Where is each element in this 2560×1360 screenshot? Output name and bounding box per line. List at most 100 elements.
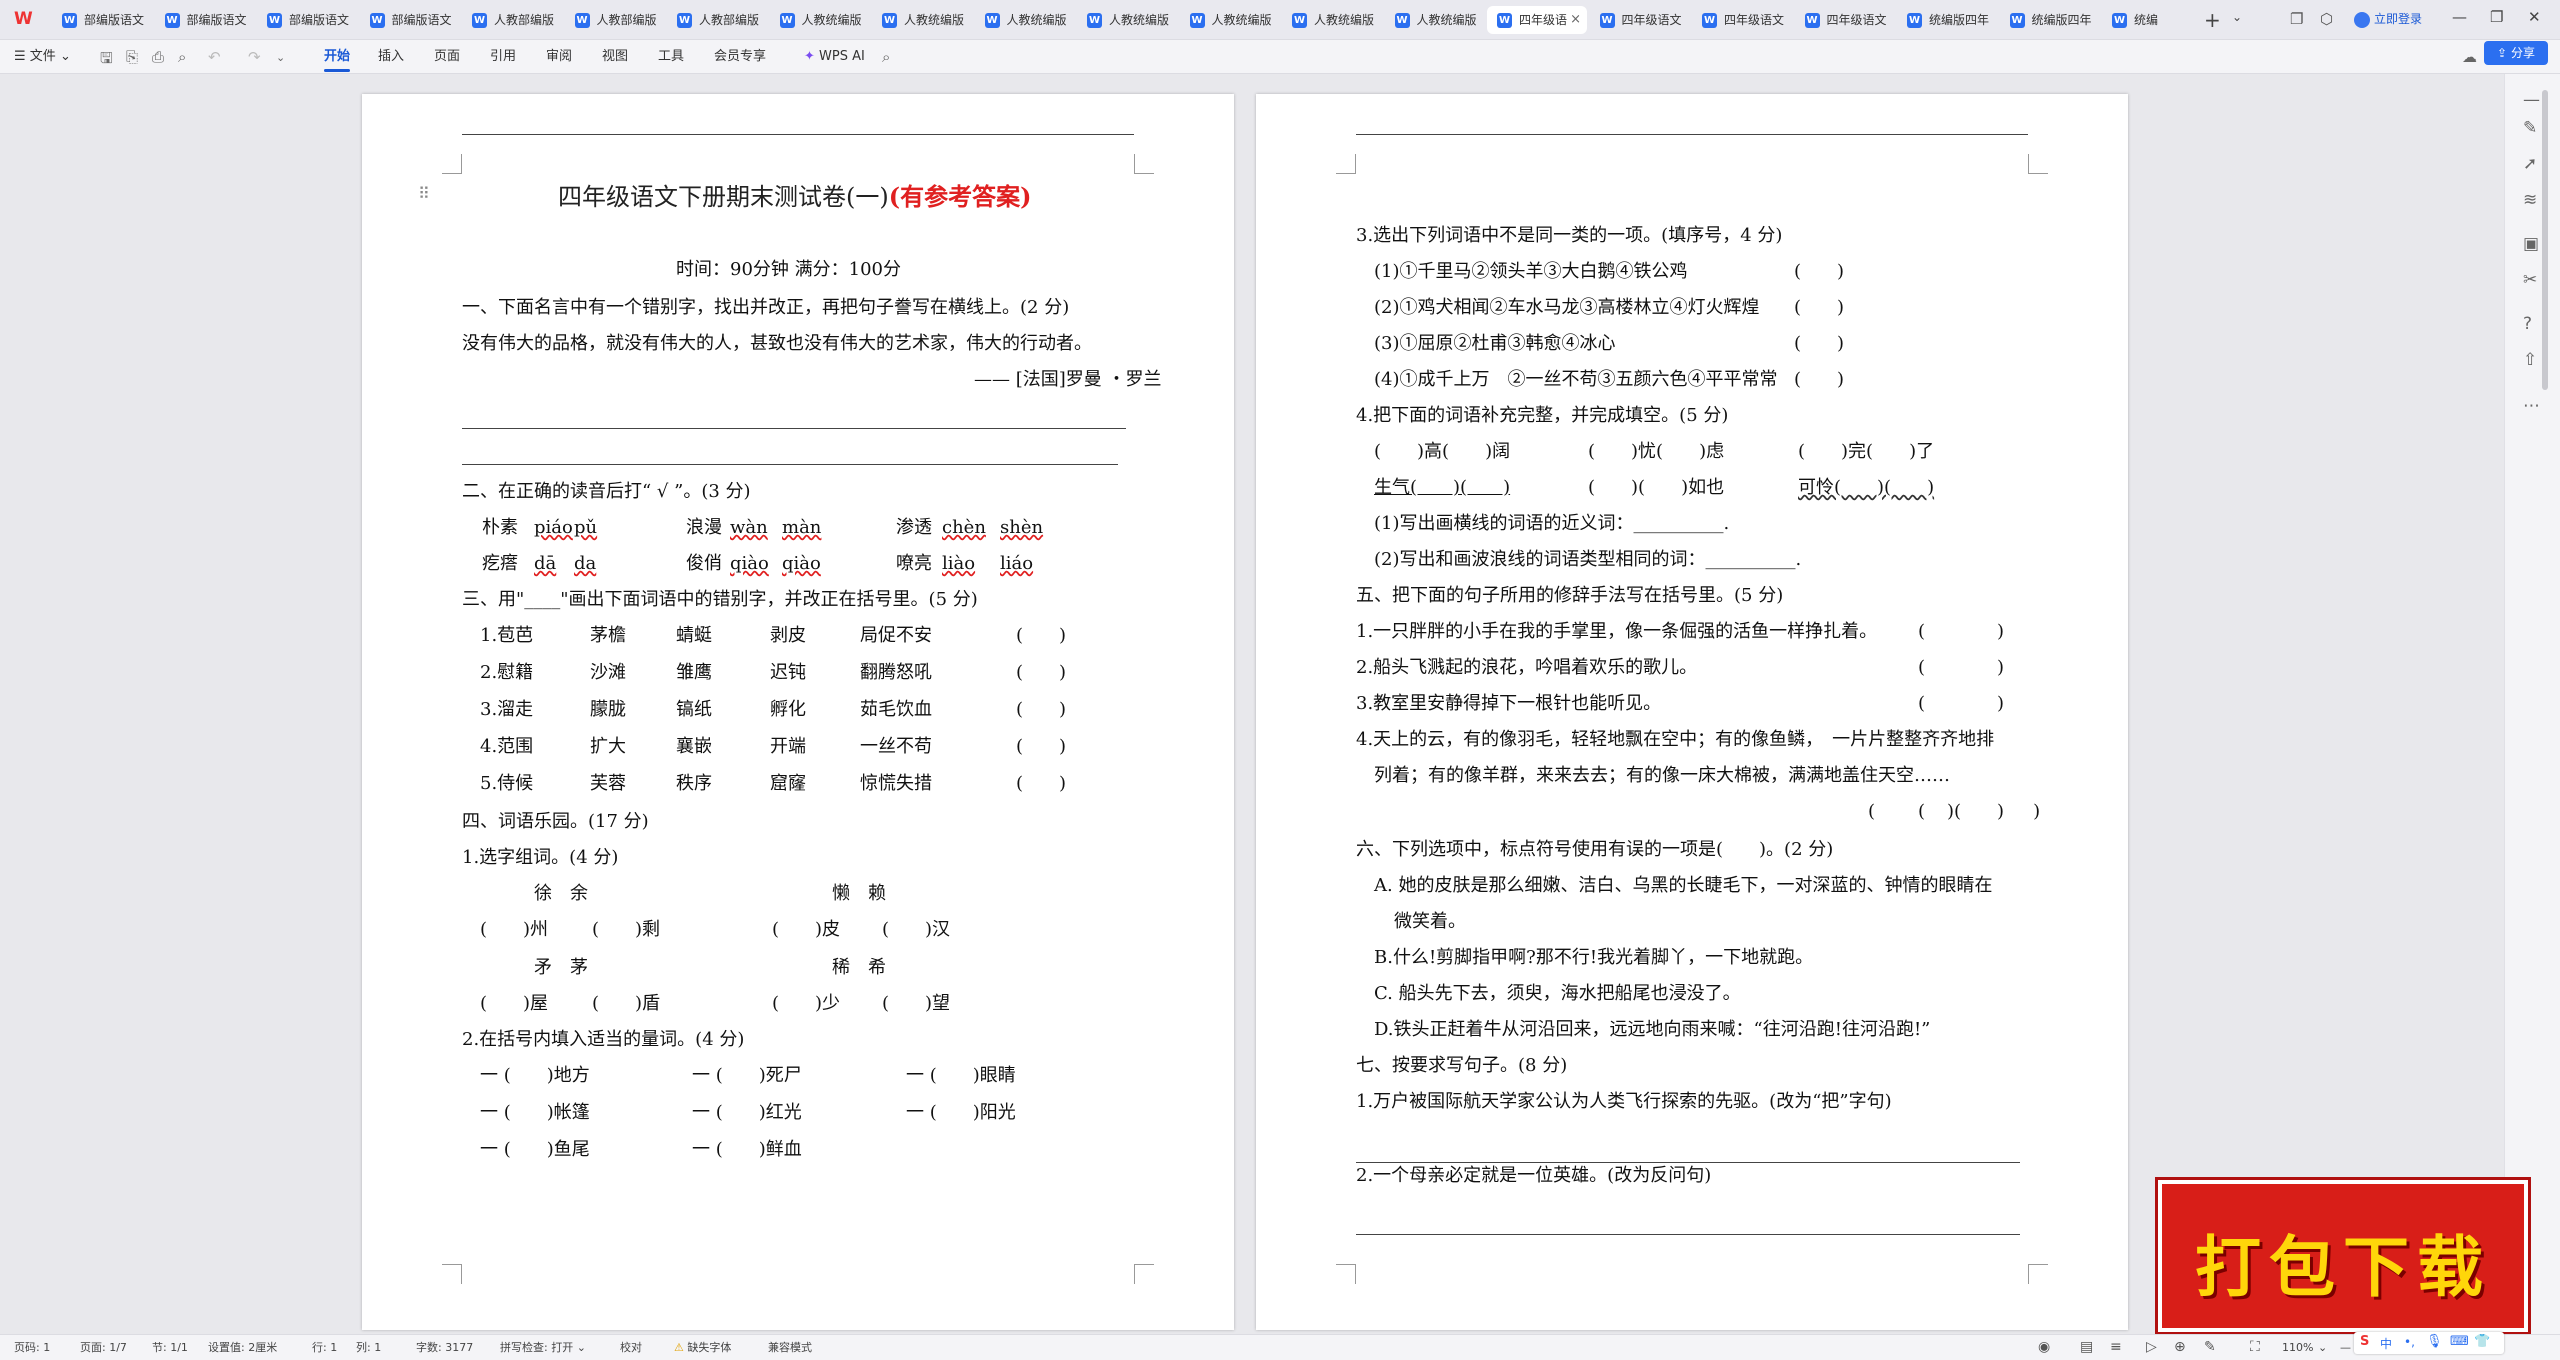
menu-insert[interactable]: 插入 (378, 40, 404, 74)
status-missing-font[interactable]: ⚠ 缺失字体 (674, 1335, 731, 1360)
close-tab-icon[interactable]: × (1570, 6, 1581, 34)
ime-toolbar[interactable]: S 中 •, 🎙 ⌨ 👕 (2354, 1332, 2504, 1354)
question-text: (3)①屈原②杜甫③韩愈④冰心 (1374, 333, 1616, 354)
menu-layout[interactable]: 页面 (434, 40, 460, 74)
crop-mark (1134, 1264, 1154, 1284)
wps-ai-button[interactable]: ✦ WPS AI (804, 40, 865, 74)
fill-blank: ( )望 (882, 993, 951, 1014)
document-page-2[interactable]: 3.选出下列词语中不是同一类的一项。(填序号，4 分) (1)①千里马②领头羊③大… (1256, 94, 2128, 1330)
tab-document[interactable]: W 人教统编版 (872, 6, 972, 34)
style-icon[interactable]: ≋ (2523, 190, 2537, 210)
window-layout-icon[interactable]: ❐ (2290, 10, 2303, 28)
promo-download-banner[interactable]: 打包下载 (2158, 1180, 2528, 1332)
zoom-out-button[interactable]: — (2340, 1335, 2351, 1360)
tab-document[interactable]: W 统编版四年 (1897, 6, 1997, 34)
share-doc-icon[interactable]: ⇧ (2523, 350, 2537, 370)
word-doc-icon: W (1907, 13, 1922, 28)
tab-label: 部编版语文 (186, 13, 247, 27)
menu-view[interactable]: 视图 (602, 40, 628, 74)
tab-label: 人教统编版 (1314, 13, 1375, 27)
zoom-chevron-icon[interactable]: ⌄ (2318, 1335, 2327, 1360)
status-pages[interactable]: 页面: 1/7 (80, 1335, 127, 1360)
tab-document[interactable]: W 四年级语文 (1590, 6, 1690, 34)
play-icon[interactable]: ▷ (2146, 1339, 2157, 1355)
tab-document[interactable]: W 人教统编版 (1180, 6, 1280, 34)
answer-line (462, 428, 1126, 429)
search-icon[interactable]: ⌕ (882, 48, 890, 66)
save-icon[interactable]: 🖫 (100, 48, 113, 73)
tab-document[interactable]: W 人教统编版 (770, 6, 870, 34)
collapse-icon[interactable]: — (2523, 90, 2540, 110)
question-text: A. 她的皮肤是那么细嫩、洁白、乌黑的长睫毛下，一对深蓝的、钟情的眼睛在 (1374, 875, 1993, 896)
word-doc-icon: W (1804, 13, 1820, 28)
file-menu[interactable]: ☰ 文件 ⌄ (14, 40, 71, 74)
tab-document[interactable]: W 统编版四年 (2000, 6, 2100, 34)
new-tab-button[interactable]: + (2204, 8, 2221, 32)
status-col[interactable]: 列: 1 (356, 1335, 381, 1360)
print-preview-icon[interactable]: ⌕ (178, 48, 186, 66)
page-view-icon[interactable]: ▤ (2080, 1339, 2093, 1355)
image-icon[interactable]: ▣ (2523, 234, 2539, 254)
menu-home[interactable]: 开始 (324, 40, 351, 74)
menu-review[interactable]: 审阅 (546, 40, 572, 74)
status-spell-check[interactable]: 拼写检查: 打开 ⌄ (500, 1335, 586, 1360)
undo-icon[interactable]: ↶ (208, 48, 221, 66)
tab-document[interactable]: W 四年级语文 (1692, 6, 1792, 34)
status-section[interactable]: 节: 1/1 (152, 1335, 188, 1360)
status-compat-mode[interactable]: 兼容模式 (768, 1335, 812, 1360)
status-row[interactable]: 行: 1 (312, 1335, 337, 1360)
tab-document[interactable]: W 人教统编版 (975, 6, 1075, 34)
status-setting[interactable]: 设置值: 2厘米 (208, 1335, 277, 1360)
tab-document[interactable]: W 部编版语文 (257, 6, 357, 34)
menu-tools[interactable]: 工具 (658, 40, 684, 74)
drag-handle-icon[interactable]: ⠿ (418, 184, 430, 203)
select-cursor-icon[interactable]: ➚ (2523, 154, 2537, 174)
export-pdf-icon[interactable]: ⎘ (126, 48, 138, 66)
tab-document[interactable]: W 四年级语 × (1487, 6, 1587, 34)
tools-icon[interactable]: ✂ (2523, 270, 2537, 290)
zoom-level[interactable]: 110% (2282, 1335, 2313, 1360)
redo-icon[interactable]: ↷ (248, 48, 261, 66)
web-view-icon[interactable]: ⊕ (2174, 1339, 2186, 1355)
tab-document[interactable]: W 部编版语文 (360, 6, 460, 34)
tab-document[interactable]: W 部编版语文 (155, 6, 255, 34)
menu-references[interactable]: 引用 (490, 40, 516, 74)
share-button[interactable]: ⇪ 分享 (2484, 41, 2548, 65)
help-icon[interactable]: ? (2523, 314, 2532, 334)
pen-icon[interactable]: ✎ (2523, 118, 2537, 138)
login-link[interactable]: 立即登录 (2354, 8, 2422, 30)
tab-document[interactable]: W 四年级语文 (1795, 6, 1895, 34)
cube-icon[interactable]: ⬡ (2320, 10, 2333, 28)
quick-access-chevron-icon[interactable]: ⌄ (276, 51, 285, 64)
wps-logo-icon[interactable]: W (14, 9, 40, 31)
word-doc-icon: W (1189, 13, 1205, 28)
status-page[interactable]: 页码: 1 (14, 1335, 50, 1360)
eye-icon[interactable]: ◉ (2038, 1339, 2050, 1355)
list-view-icon[interactable]: ≡ (2110, 1339, 2122, 1355)
tab-document[interactable]: W 人教部编版 (667, 6, 767, 34)
answer-bracket: ( ) (1016, 662, 1067, 683)
tab-document[interactable]: W 人教统编版 (1385, 6, 1485, 34)
word-doc-icon: W (984, 13, 1000, 28)
edit-view-icon[interactable]: ✎ (2204, 1339, 2216, 1355)
status-proof[interactable]: 校对 (620, 1335, 642, 1360)
fit-page-icon[interactable]: ⛶ (2250, 1339, 2260, 1355)
minimize-button[interactable]: — (2452, 8, 2467, 26)
close-window-button[interactable]: ✕ (2528, 8, 2541, 26)
tab-document[interactable]: W 人教部编版 (565, 6, 665, 34)
print-icon[interactable]: ⎙ (152, 48, 164, 66)
restore-button[interactable]: ❐ (2490, 8, 2503, 26)
more-icon[interactable]: ⋯ (2523, 396, 2540, 416)
cloud-icon[interactable]: ☁ (2462, 48, 2477, 66)
tab-label: 部编版语文 (84, 13, 145, 27)
tab-list-chevron-icon[interactable]: ⌄ (2232, 10, 2242, 24)
vertical-scrollbar[interactable] (2542, 90, 2548, 390)
tab-document[interactable]: W 统编 (2102, 6, 2202, 34)
tab-document[interactable]: W 人教统编版 (1077, 6, 1177, 34)
tab-document[interactable]: W 人教统编版 (1282, 6, 1382, 34)
menu-member[interactable]: 会员专享 (714, 40, 766, 74)
tab-document[interactable]: W 部编版语文 (52, 6, 152, 34)
tab-document[interactable]: W 人教部编版 (462, 6, 562, 34)
status-word-count[interactable]: 字数: 3177 (416, 1335, 473, 1360)
document-page-1[interactable]: ⠿ 四年级语文下册期末测试卷(一)(有参考答案) 时间：90分钟 满分：100分… (362, 94, 1234, 1330)
